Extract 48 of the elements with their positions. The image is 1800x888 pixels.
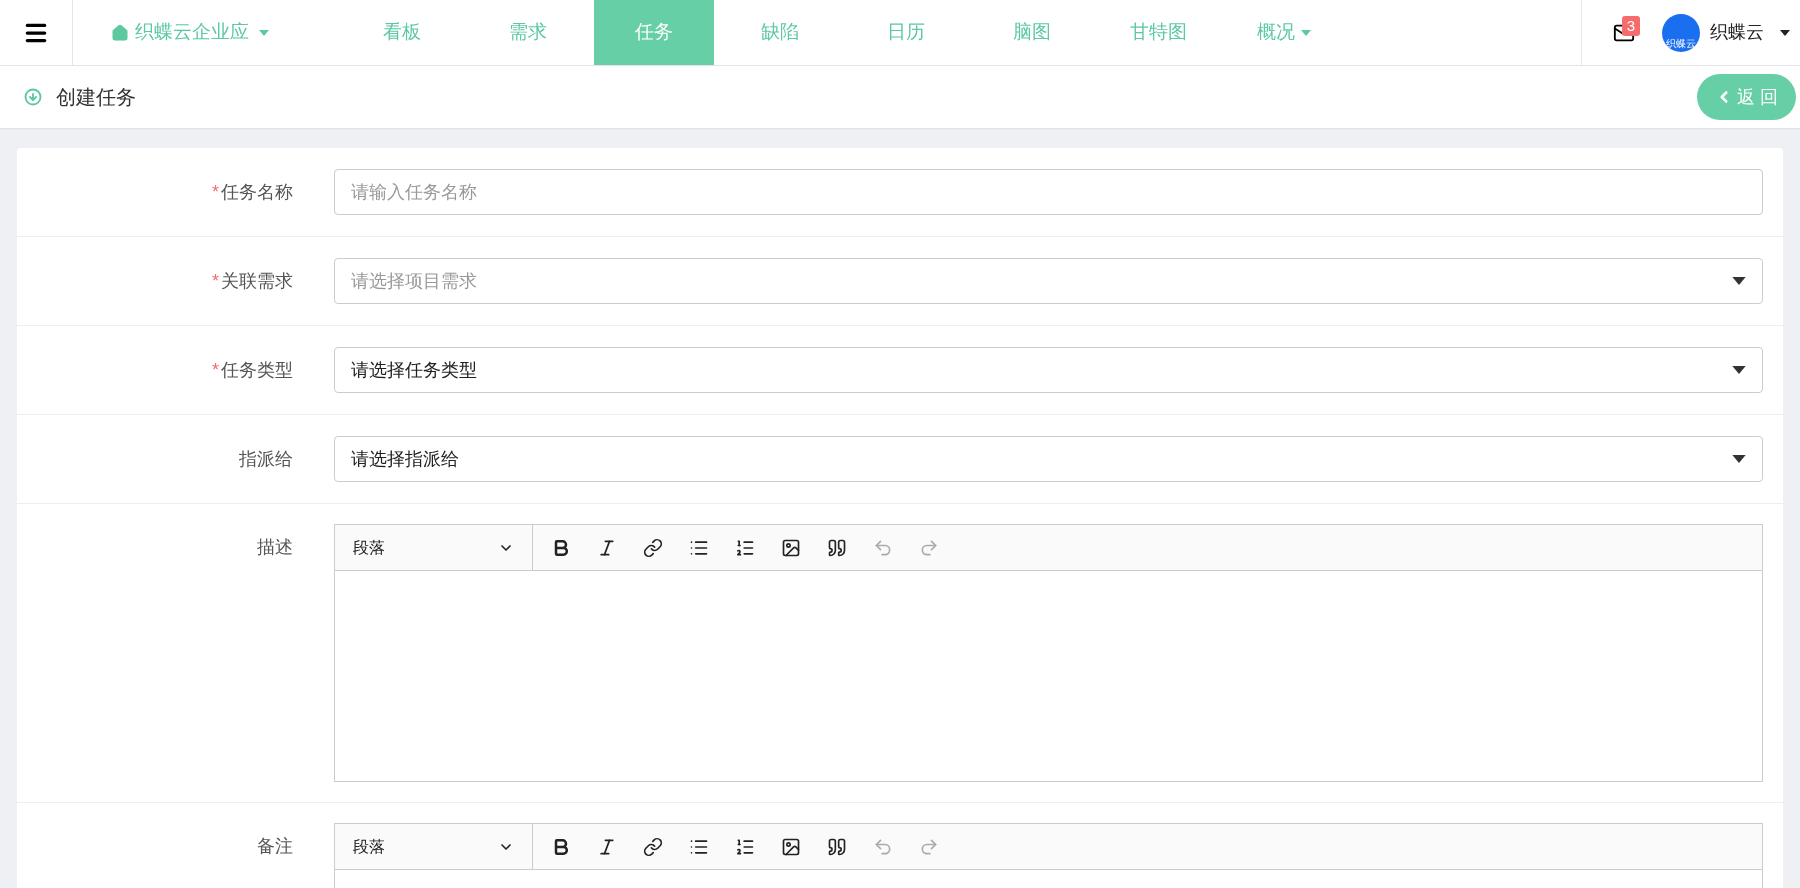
user-avatar: 织蝶云 (1662, 13, 1700, 52)
format-dropdown[interactable]: 段落 (335, 525, 533, 570)
select-field[interactable]: 请选择指派给 (334, 436, 1763, 482)
text-input[interactable]: 请输入任务名称 (334, 169, 1763, 215)
link-icon (643, 537, 663, 558)
field-label: 任务名称 (221, 180, 293, 204)
redo-icon (919, 836, 939, 857)
undo-icon (873, 836, 893, 857)
field-label: 描述 (257, 536, 293, 559)
select-field[interactable]: 请选择项目需求 (334, 258, 1763, 304)
quote-icon (827, 537, 847, 558)
nav-tab[interactable]: 脑图 (972, 0, 1092, 65)
mail-button[interactable]: 3 (1604, 12, 1644, 53)
nav-tab[interactable]: 需求 (468, 0, 588, 65)
caret-icon (1732, 455, 1746, 463)
required-mark: * (212, 269, 219, 293)
download-circle-icon (24, 88, 42, 106)
format-dropdown[interactable]: 段落 (335, 824, 533, 869)
brand-menu[interactable]: 织蝶云企业应 (111, 0, 291, 65)
back-button[interactable]: 返 回 (1697, 74, 1796, 120)
notification-badge: 3 (1621, 15, 1640, 36)
required-mark: * (212, 180, 219, 204)
undo-icon (873, 537, 893, 558)
nav-tab[interactable]: 概况 (1224, 0, 1344, 65)
nav-tab[interactable]: 任务 (594, 0, 714, 65)
quote-icon (827, 836, 847, 857)
italic-icon (597, 537, 617, 558)
image-icon (781, 836, 801, 857)
image-icon (781, 537, 801, 558)
nav-tab[interactable]: 缺陷 (720, 0, 840, 65)
nav-tab[interactable]: 看板 (342, 0, 462, 65)
field-label: 关联需求 (221, 269, 293, 293)
user-menu[interactable]: 织蝶云 织蝶云 (1662, 13, 1790, 52)
nav-tab[interactable]: 日历 (846, 0, 966, 65)
caret-icon (1732, 366, 1746, 374)
required-mark: * (212, 358, 219, 382)
field-label: 任务类型 (221, 358, 293, 382)
italic-icon (597, 836, 617, 857)
home-icon (111, 23, 129, 42)
select-field[interactable]: 请选择任务类型 (334, 347, 1763, 393)
page-title: 创建任务 (56, 85, 136, 110)
link-icon (643, 836, 663, 857)
caret-icon (1780, 29, 1790, 36)
caret-icon (1732, 277, 1746, 285)
field-label: 备注 (257, 835, 293, 858)
redo-icon (919, 537, 939, 558)
nav-tab[interactable]: 甘特图 (1098, 0, 1218, 65)
field-label: 指派给 (239, 447, 293, 471)
